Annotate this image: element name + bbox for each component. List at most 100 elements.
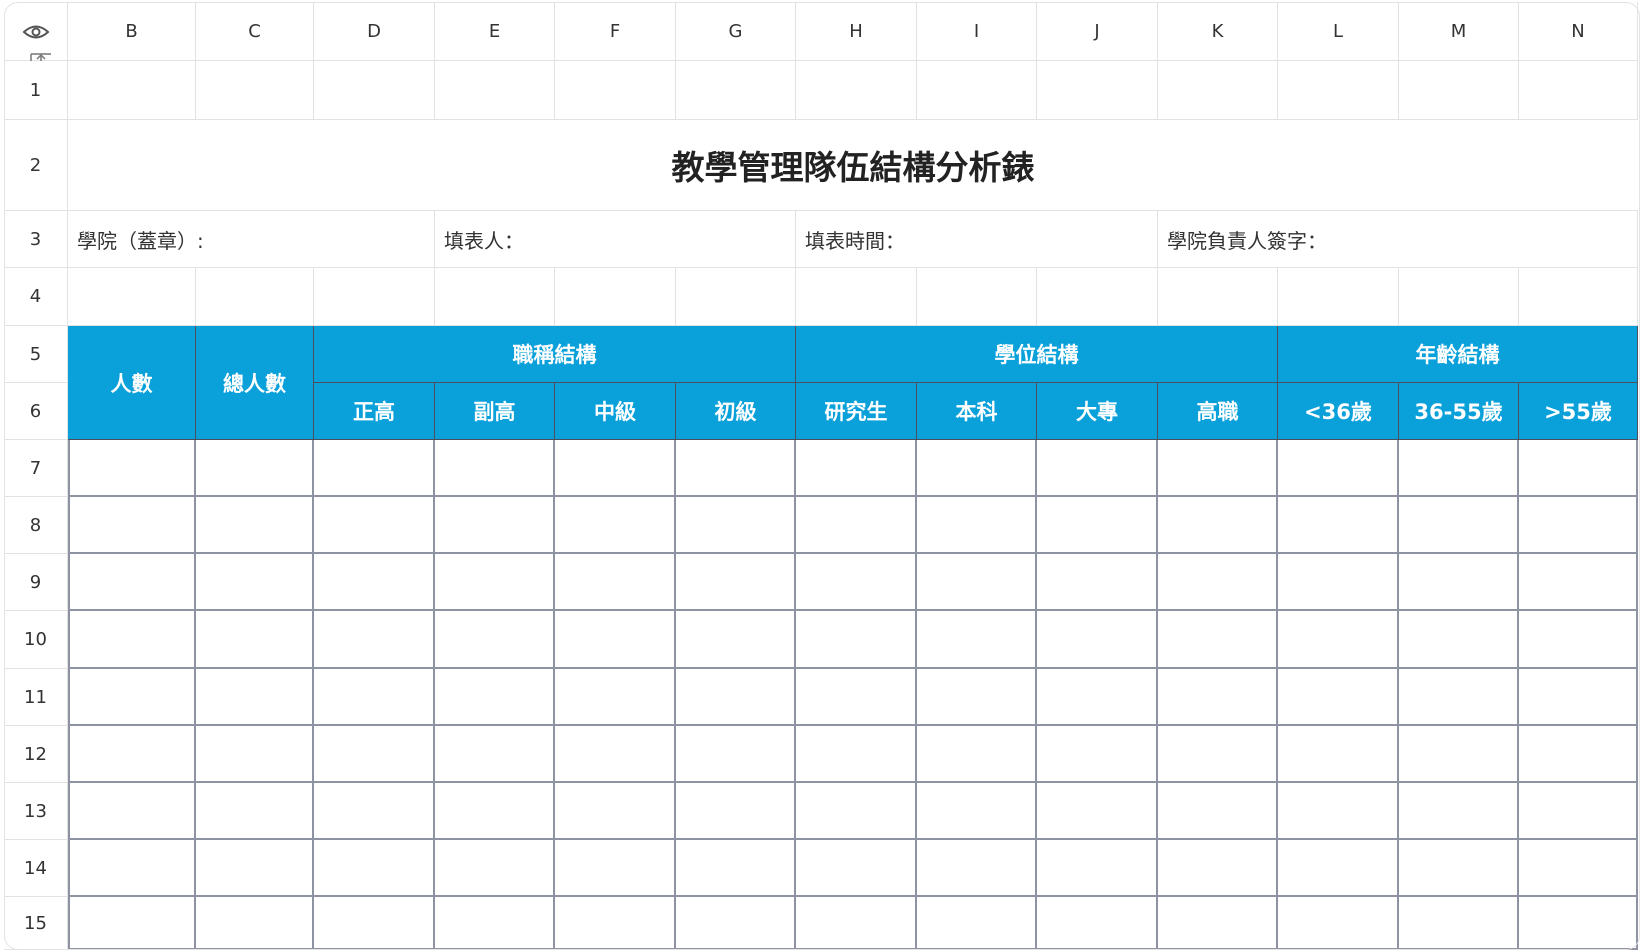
row-header-11[interactable]: 11	[4, 669, 68, 726]
table-cell[interactable]	[1278, 897, 1399, 950]
column-header-k[interactable]: K	[1158, 2, 1278, 61]
subheader-7[interactable]: 高職	[1158, 383, 1278, 440]
table-cell[interactable]	[1158, 897, 1278, 950]
table-cell[interactable]	[314, 554, 435, 611]
sheet-title[interactable]: 教學管理隊伍結構分析錶	[68, 120, 1638, 211]
table-cell[interactable]	[796, 897, 917, 950]
table-cell[interactable]	[435, 611, 555, 669]
head-signature-label[interactable]: 學院負責人簽字：	[1158, 211, 1638, 268]
cell[interactable]	[1158, 61, 1278, 120]
table-cell[interactable]	[555, 497, 676, 554]
cell[interactable]	[1158, 268, 1278, 326]
filler-label[interactable]: 填表人：	[435, 211, 796, 268]
table-cell[interactable]	[1278, 440, 1399, 497]
column-header-g[interactable]: G	[676, 2, 796, 61]
table-cell[interactable]	[676, 611, 796, 669]
table-cell[interactable]	[1399, 554, 1519, 611]
table-cell[interactable]	[1278, 497, 1399, 554]
column-header-d[interactable]: D	[314, 2, 435, 61]
table-cell[interactable]	[1399, 783, 1519, 840]
cell[interactable]	[1278, 61, 1399, 120]
subheader-1[interactable]: 副高	[435, 383, 555, 440]
table-cell[interactable]	[676, 897, 796, 950]
table-cell[interactable]	[68, 497, 196, 554]
table-cell[interactable]	[1037, 669, 1158, 726]
table-cell[interactable]	[1037, 726, 1158, 783]
table-cell[interactable]	[1519, 611, 1638, 669]
column-header-l[interactable]: L	[1278, 2, 1399, 61]
row-header-13[interactable]: 13	[4, 783, 68, 840]
table-cell[interactable]	[435, 554, 555, 611]
table-cell[interactable]	[917, 669, 1037, 726]
table-cell[interactable]	[314, 783, 435, 840]
column-header-i[interactable]: I	[917, 2, 1037, 61]
table-cell[interactable]	[917, 440, 1037, 497]
table-cell[interactable]	[196, 897, 314, 950]
table-cell[interactable]	[68, 669, 196, 726]
table-cell[interactable]	[676, 726, 796, 783]
table-cell[interactable]	[676, 497, 796, 554]
column-header-c[interactable]: C	[196, 2, 314, 61]
table-cell[interactable]	[314, 497, 435, 554]
row-header-15[interactable]: 15	[4, 897, 68, 950]
subheader-8[interactable]: <36歲	[1278, 383, 1399, 440]
table-cell[interactable]	[796, 554, 917, 611]
table-cell[interactable]	[1399, 897, 1519, 950]
table-cell[interactable]	[676, 783, 796, 840]
column-header-n[interactable]: N	[1519, 2, 1638, 61]
table-cell[interactable]	[555, 897, 676, 950]
row-header-4[interactable]: 4	[4, 268, 68, 326]
cell[interactable]	[1519, 61, 1638, 120]
subheader-6[interactable]: 大專	[1037, 383, 1158, 440]
table-cell[interactable]	[1158, 669, 1278, 726]
table-cell[interactable]	[1037, 897, 1158, 950]
row-header-8[interactable]: 8	[4, 497, 68, 554]
table-cell[interactable]	[1037, 783, 1158, 840]
fill-time-label[interactable]: 填表時間：	[796, 211, 1158, 268]
table-cell[interactable]	[1519, 669, 1638, 726]
cell[interactable]	[1037, 61, 1158, 120]
college-stamp-label[interactable]: 學院（蓋章）:	[68, 211, 435, 268]
table-cell[interactable]	[314, 611, 435, 669]
row-header-12[interactable]: 12	[4, 726, 68, 783]
table-cell[interactable]	[917, 897, 1037, 950]
table-cell[interactable]	[555, 726, 676, 783]
table-cell[interactable]	[796, 840, 917, 897]
table-cell[interactable]	[796, 783, 917, 840]
table-cell[interactable]	[1037, 554, 1158, 611]
cell[interactable]	[435, 61, 555, 120]
table-cell[interactable]	[1158, 497, 1278, 554]
table-cell[interactable]	[1399, 440, 1519, 497]
table-cell[interactable]	[1519, 783, 1638, 840]
table-cell[interactable]	[1037, 611, 1158, 669]
subheader-3[interactable]: 初級	[676, 383, 796, 440]
table-cell[interactable]	[917, 497, 1037, 554]
cell[interactable]	[314, 61, 435, 120]
row-header-6[interactable]: 6	[4, 383, 68, 440]
cell[interactable]	[676, 61, 796, 120]
table-cell[interactable]	[68, 554, 196, 611]
column-header-j[interactable]: J	[1037, 2, 1158, 61]
table-cell[interactable]	[196, 497, 314, 554]
table-cell[interactable]	[196, 611, 314, 669]
table-cell[interactable]	[555, 440, 676, 497]
cell[interactable]	[314, 268, 435, 326]
table-cell[interactable]	[314, 897, 435, 950]
column-header-m[interactable]: M	[1399, 2, 1519, 61]
select-all-corner[interactable]	[4, 2, 68, 71]
table-cell[interactable]	[555, 611, 676, 669]
table-cell[interactable]	[196, 554, 314, 611]
cell[interactable]	[555, 61, 676, 120]
cell[interactable]	[796, 61, 917, 120]
table-cell[interactable]	[676, 840, 796, 897]
table-cell[interactable]	[1399, 497, 1519, 554]
table-cell[interactable]	[796, 726, 917, 783]
column-header-f[interactable]: F	[555, 2, 676, 61]
table-cell[interactable]	[68, 840, 196, 897]
row-header-7[interactable]: 7	[4, 440, 68, 497]
column-header-e[interactable]: E	[435, 2, 555, 61]
table-cell[interactable]	[1037, 497, 1158, 554]
row-header-14[interactable]: 14	[4, 840, 68, 897]
table-cell[interactable]	[314, 669, 435, 726]
table-cell[interactable]	[1399, 840, 1519, 897]
